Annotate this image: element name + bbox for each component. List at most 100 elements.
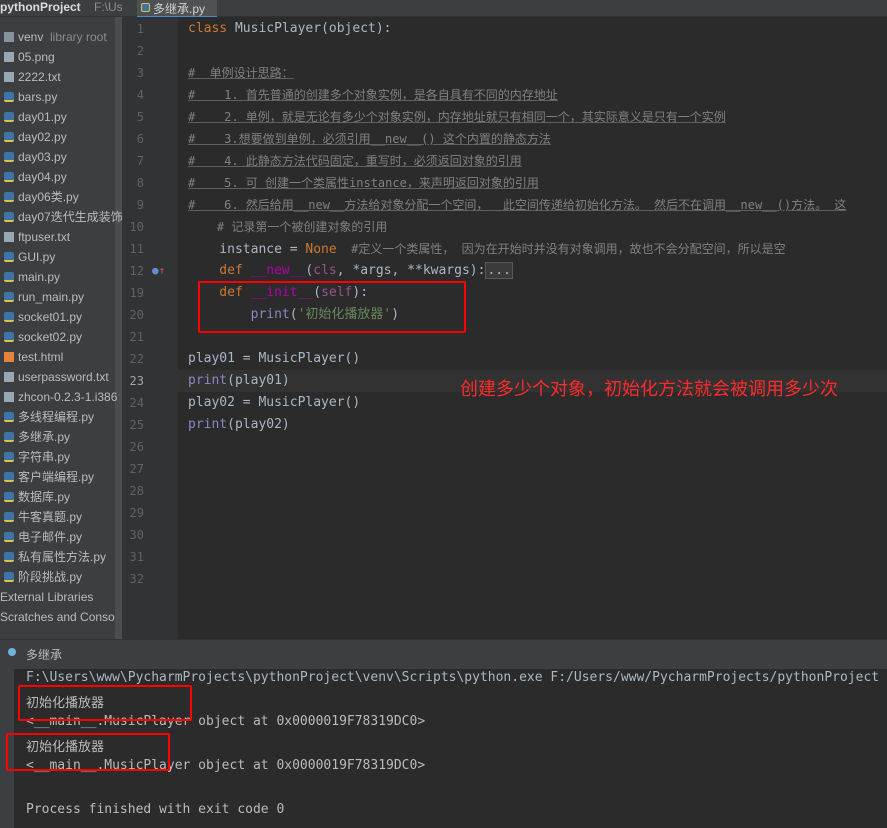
python-file-icon	[4, 212, 14, 222]
tree-item-label: day01.py	[18, 110, 67, 124]
line-number: 24	[129, 396, 144, 410]
tree-item-label: socket02.py	[18, 330, 83, 344]
tree-item[interactable]: External Libraries	[0, 587, 122, 607]
tree-item-label: zhcon-0.2.3-1.i386	[18, 390, 118, 404]
tree-item[interactable]: day06类.py	[0, 187, 122, 207]
tree-item[interactable]: day01.py	[0, 107, 122, 127]
tree-item[interactable]: zhcon-0.2.3-1.i386	[0, 387, 122, 407]
run-tab[interactable]: 多继承	[26, 646, 62, 663]
python-file-icon	[4, 292, 14, 302]
line-number: 20	[129, 308, 144, 322]
tab-multi-inherit[interactable]: 多继承.py	[137, 0, 217, 18]
tree-item-label: 数据库.py	[18, 490, 71, 504]
tree-item-label: 05.png	[18, 50, 55, 64]
tree-item[interactable]: socket02.py	[0, 327, 122, 347]
python-file-icon	[141, 3, 150, 12]
code-line-24: play02 = MusicPlayer()	[188, 395, 361, 410]
line-number: 32	[129, 572, 144, 586]
tree-item[interactable]: day07迭代生成装饰	[0, 207, 122, 227]
tree-item-label: venv	[18, 30, 44, 44]
file-icon	[4, 52, 14, 62]
tree-item[interactable]: 阶段挑战.py	[0, 567, 122, 587]
run-tool-window-header	[0, 639, 887, 670]
line-number: 26	[129, 440, 144, 454]
tree-item[interactable]: 2222.txt	[0, 67, 122, 87]
code-line-22: play01 = MusicPlayer()	[188, 351, 361, 366]
python-file-icon	[4, 272, 14, 282]
python-file-icon	[4, 312, 14, 322]
tree-item-label: Scratches and Conso	[0, 610, 115, 624]
tree-item[interactable]: 多线程编程.py	[0, 407, 122, 427]
tree-item[interactable]: run_main.py	[0, 287, 122, 307]
tree-item[interactable]: 05.png	[0, 47, 122, 67]
line-number: 5	[136, 110, 144, 124]
tree-item-label: 阶段挑战.py	[18, 570, 83, 584]
tree-item-label: 私有属性方法.py	[18, 550, 107, 564]
tree-item[interactable]: day03.py	[0, 147, 122, 167]
line-number: 25	[129, 418, 144, 432]
line-number: 1	[136, 22, 144, 36]
tree-item[interactable]: 客户端编程.py	[0, 467, 122, 487]
python-file-icon	[4, 472, 14, 482]
tree-item[interactable]: day02.py	[0, 127, 122, 147]
line-number: 8	[136, 176, 144, 190]
tree-item-label: ftpuser.txt	[18, 230, 71, 244]
tree-item[interactable]: 牛客真题.py	[0, 507, 122, 527]
line-number: 21	[129, 330, 144, 344]
line-number: 10	[129, 220, 144, 234]
line-number: 19	[129, 286, 144, 300]
tree-item[interactable]: bars.py	[0, 87, 122, 107]
line-number: 11	[129, 242, 144, 256]
python-file-icon	[4, 572, 14, 582]
tree-item[interactable]: 数据库.py	[0, 487, 122, 507]
tree-item[interactable]: 电子邮件.py	[0, 527, 122, 547]
folded-code-marker[interactable]: ...	[485, 262, 513, 279]
override-gutter-icon[interactable]: ●↑	[152, 264, 165, 277]
project-name[interactable]: pythonProject	[0, 0, 81, 16]
python-file-icon	[4, 172, 14, 182]
tree-item[interactable]: userpassword.txt	[0, 367, 122, 387]
code-line-9: # 6. 然后给用__new__方法给对象分配一个空间， 此空间传递给初始化方法…	[188, 198, 847, 212]
tree-item-label: 2222.txt	[18, 70, 61, 84]
line-number: 4	[136, 88, 144, 102]
tree-item-label: day04.py	[18, 170, 67, 184]
file-icon	[4, 372, 14, 382]
code-line-10: # 记录第一个被创建对象的引用	[188, 220, 388, 234]
tree-item[interactable]: GUI.py	[0, 247, 122, 267]
run-config-icon	[8, 648, 16, 656]
python-file-icon	[4, 512, 14, 522]
python-file-icon	[4, 112, 14, 122]
console-exit-message: Process finished with exit code 0	[26, 802, 285, 817]
html-file-icon	[4, 352, 14, 362]
tree-item-hint: library root	[50, 30, 107, 44]
tree-item[interactable]: venv library root	[0, 27, 122, 47]
tree-item[interactable]: test.html	[0, 347, 122, 367]
tree-item-label: socket01.py	[18, 310, 83, 324]
code-line-8: # 5. 可 创建一个类属性instance，来声明返回对象的引用	[188, 176, 539, 190]
python-file-icon	[4, 332, 14, 342]
tree-item[interactable]: 多继承.py	[0, 427, 122, 447]
tree-item[interactable]: socket01.py	[0, 307, 122, 327]
tree-item[interactable]: 字符串.py	[0, 447, 122, 467]
tree-item[interactable]: main.py	[0, 267, 122, 287]
tree-item[interactable]: Scratches and Conso	[0, 607, 122, 627]
tree-item-label: bars.py	[18, 90, 58, 104]
tree-item[interactable]: ftpuser.txt	[0, 227, 122, 247]
highlight-box-output-2	[6, 733, 170, 771]
tree-item[interactable]: day04.py	[0, 167, 122, 187]
code-line-7: # 4. 此静态方法代码固定，重写时，必须返回对象的引用	[188, 154, 522, 168]
line-number: 22	[129, 352, 144, 366]
python-file-icon	[4, 452, 14, 462]
code-line-12: def __new__(cls, *args, **kwargs):...	[188, 262, 513, 279]
file-icon	[4, 392, 14, 402]
code-line-23: print(play01)	[188, 373, 290, 388]
tree-item-label: day07迭代生成装饰	[18, 210, 122, 224]
tree-item-label: 多继承.py	[18, 430, 71, 444]
tree-item-label: test.html	[18, 350, 64, 364]
python-file-icon	[4, 492, 14, 502]
python-file-icon	[4, 152, 14, 162]
line-number: 31	[129, 550, 144, 564]
tree-item[interactable]: 私有属性方法.py	[0, 547, 122, 567]
expand-all-icon[interactable]	[0, 0, 12, 16]
python-file-icon	[4, 192, 14, 202]
